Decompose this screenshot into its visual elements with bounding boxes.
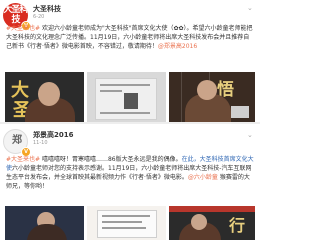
mention-link[interactable]: @郑景高2016 [158, 43, 197, 50]
calligraphy-glyph-icon: 行 [229, 216, 246, 235]
avatar-label: 郑 [12, 135, 22, 146]
post-image[interactable]: 悟 [169, 72, 255, 122]
chevron-down-icon[interactable]: ⌄ [247, 5, 255, 12]
face-icon [38, 82, 60, 106]
topic-tag[interactable]: #大圣来也# [6, 156, 40, 163]
post-text: 欢迎六小龄童老师成为"大圣科技"首席文化大使（✿✿）。希望六小龄童老师能把大圣科… [6, 25, 253, 50]
post-image[interactable] [5, 206, 84, 240]
feed: 大圣科技 V 大圣科技 6-20 ⌄ #大圣来也# 欢迎六小龄童老师成为"大圣科… [0, 0, 260, 240]
photo-icon [124, 93, 138, 109]
post-text: 嘻嘻嘻呀！胃寒嘻嘻……86版大圣永远是我的偶像。 [40, 156, 182, 163]
document-icon [97, 210, 157, 238]
username[interactable]: 大圣科技 [33, 4, 61, 14]
post-image[interactable]: 大 圣 [5, 72, 84, 122]
document-icon [95, 78, 157, 120]
face-icon [191, 214, 207, 230]
timestamp: 11-10 [33, 140, 48, 146]
post-image[interactable]: 行 [169, 206, 255, 240]
post-body: #大圣来也# 欢迎六小龄童老师成为"大圣科技"首席文化大使（✿✿）。希望六小龄童… [6, 24, 254, 51]
username[interactable]: 郑景高2016 [33, 130, 73, 140]
post: 大圣科技 V 大圣科技 6-20 ⌄ #大圣来也# 欢迎六小龄童老师成为"大圣科… [0, 0, 260, 122]
face-icon [197, 80, 217, 100]
person-silhouette-icon [27, 224, 67, 240]
timestamp: 6-20 [33, 14, 45, 20]
post: 郑 V 郑景高2016 11-10 ⌄ #大圣来也# 嘻嘻嘻呀！胃寒嘻嘻……86… [0, 124, 260, 240]
mention-link[interactable]: @六小龄童 [188, 174, 218, 181]
post-image[interactable] [87, 72, 166, 122]
topic-tag[interactable]: #大圣来也# [6, 25, 40, 32]
chevron-down-icon[interactable]: ⌄ [247, 132, 255, 139]
post-body: #大圣来也# 嘻嘻嘻呀！胃寒嘻嘻……86版大圣永远是我的偶像。在此，大圣科技首席… [6, 155, 254, 201]
post-image[interactable] [87, 206, 166, 240]
book-icon [231, 106, 249, 118]
